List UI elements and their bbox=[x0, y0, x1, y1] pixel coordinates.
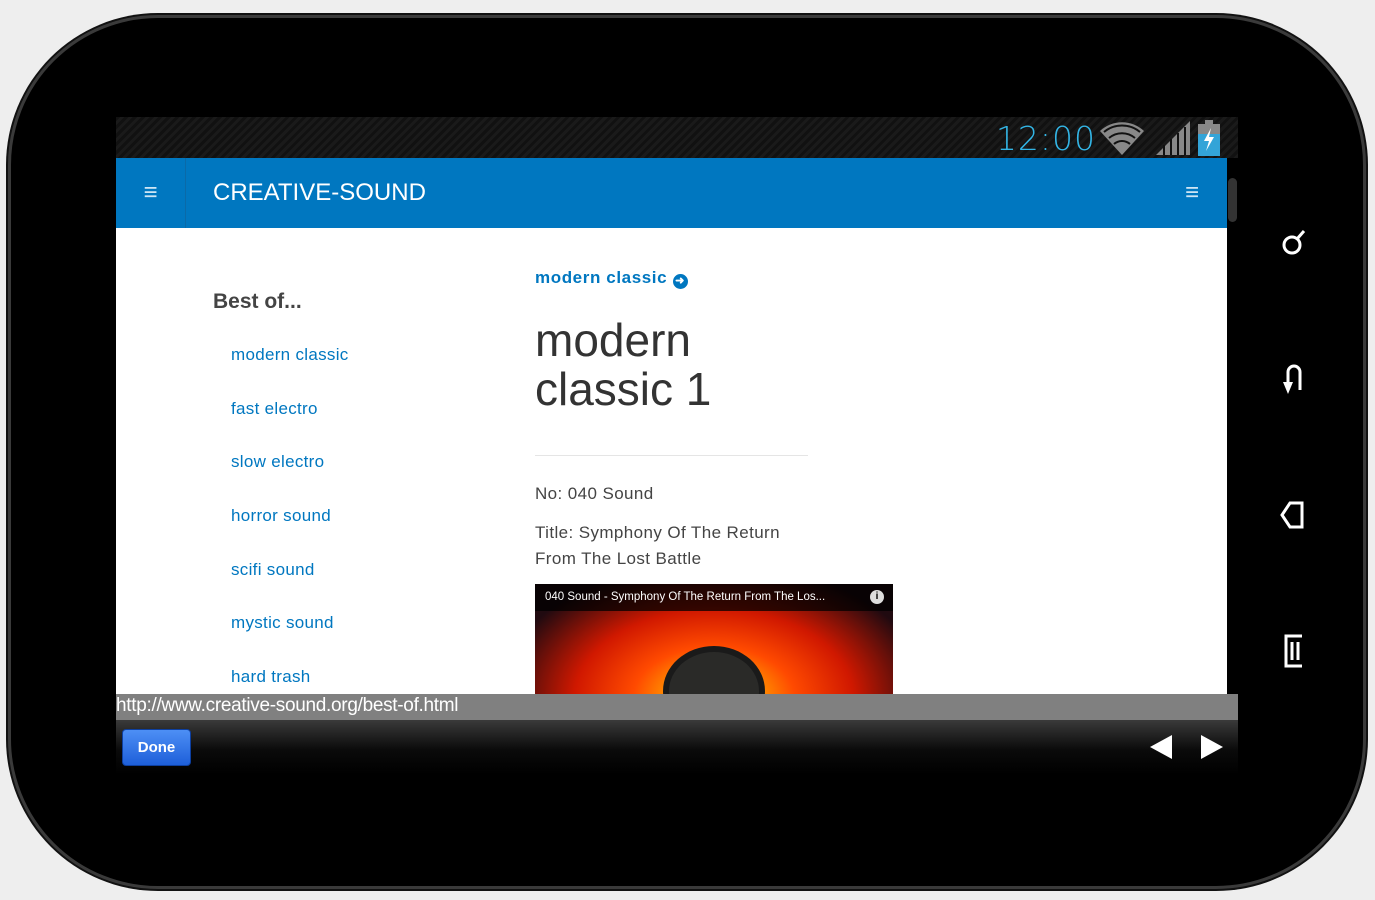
back-icon[interactable] bbox=[1276, 360, 1312, 396]
video-title[interactable]: 040 Sound - Symphony Of The Return From … bbox=[545, 591, 825, 603]
home-icon[interactable] bbox=[1276, 497, 1312, 533]
scrollbar-thumb[interactable] bbox=[1228, 178, 1237, 222]
video-player[interactable]: 040 Sound - Symphony Of The Return From … bbox=[535, 584, 893, 694]
battery-icon bbox=[1198, 120, 1220, 156]
nav-link-mystic-sound[interactable]: mystic sound bbox=[231, 613, 334, 633]
sidebar-heading: Best of... bbox=[213, 290, 302, 313]
scrollbar[interactable] bbox=[1227, 158, 1238, 694]
video-thumbnail-object bbox=[663, 646, 765, 694]
status-bar: 12:00 bbox=[116, 117, 1238, 158]
page-content: Best of... modern classic fast electro s… bbox=[116, 228, 1227, 694]
breadcrumb-link[interactable]: modern classic ➜ bbox=[535, 268, 688, 289]
app-title[interactable]: CREATIVE-SOUND bbox=[213, 179, 426, 207]
forward-arrow-icon[interactable] bbox=[1201, 735, 1223, 759]
page-title: modern classic 1 bbox=[535, 314, 712, 415]
signal-icon bbox=[1156, 121, 1190, 155]
options-menu-button[interactable]: ≡ bbox=[1157, 158, 1227, 228]
nav-link-modern-classic[interactable]: modern classic bbox=[231, 345, 349, 365]
arrow-circle-right-icon: ➜ bbox=[672, 274, 688, 289]
nav-link-slow-electro[interactable]: slow electro bbox=[231, 452, 324, 472]
url-bar: http://www.creative-sound.org/best-of.ht… bbox=[116, 694, 1238, 720]
browser-toolbar: Done bbox=[116, 720, 1238, 775]
done-button[interactable]: Done bbox=[122, 729, 191, 766]
hamburger-icon: ≡ bbox=[143, 179, 158, 206]
app-header: ≡ CREATIVE-SOUND ≡ bbox=[116, 158, 1227, 228]
menu-button[interactable]: ≡ bbox=[116, 158, 186, 228]
sound-number: No: 040 Sound bbox=[535, 484, 654, 503]
nav-link-hard-trash[interactable]: hard trash bbox=[231, 667, 311, 687]
nav-link-horror-sound[interactable]: horror sound bbox=[231, 506, 331, 526]
recent-apps-icon[interactable] bbox=[1276, 632, 1312, 668]
screen: 12:00 ≡ CREATIVE-SOUND ≡ Best of... mode… bbox=[116, 117, 1238, 775]
nav-link-scifi-sound[interactable]: scifi sound bbox=[231, 560, 315, 580]
video-title-bar: 040 Sound - Symphony Of The Return From … bbox=[535, 584, 893, 611]
wifi-icon bbox=[1100, 122, 1144, 155]
nav-link-fast-electro[interactable]: fast electro bbox=[231, 399, 318, 419]
divider bbox=[535, 455, 808, 456]
breadcrumb-label: modern classic bbox=[535, 268, 668, 287]
search-icon[interactable] bbox=[1276, 225, 1312, 261]
back-arrow-icon[interactable] bbox=[1150, 735, 1172, 759]
sound-title: Title: Symphony Of The Return From The L… bbox=[535, 523, 780, 568]
clock: 12:00 bbox=[995, 119, 1096, 158]
info-icon[interactable]: i bbox=[870, 590, 884, 604]
hamburger-icon: ≡ bbox=[1184, 179, 1199, 206]
